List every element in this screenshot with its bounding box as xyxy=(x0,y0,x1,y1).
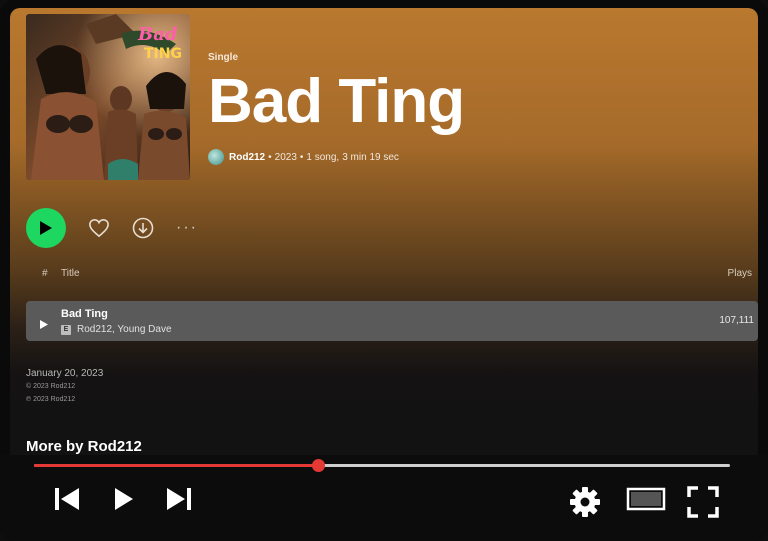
video-controls xyxy=(0,455,768,541)
theater-mode-button[interactable] xyxy=(626,485,666,513)
column-number: # xyxy=(42,268,48,279)
progress-scrubber[interactable] xyxy=(311,459,325,472)
video-frame: Bad TING Single Bad Ting Rod212 • 2023 •… xyxy=(0,0,768,541)
track-play-icon[interactable] xyxy=(40,316,48,334)
progress-fill xyxy=(34,464,318,467)
next-icon xyxy=(167,488,191,510)
previous-icon xyxy=(55,488,79,510)
next-button[interactable] xyxy=(164,485,194,513)
album-byline: Rod212 • 2023 • 1 song, 3 min 19 sec xyxy=(208,149,464,165)
album-title: Bad Ting xyxy=(208,67,465,136)
svg-text:Bad: Bad xyxy=(137,24,178,45)
spotify-album-page: Bad TING Single Bad Ting Rod212 • 2023 •… xyxy=(10,8,758,455)
separator-dot: • xyxy=(268,151,272,163)
play-icon xyxy=(115,488,133,510)
track-plays: 107,111 xyxy=(719,315,754,326)
album-meta: Single Bad Ting Rod212 • 2023 • 1 song, … xyxy=(208,52,465,165)
track-artist-names[interactable]: Rod212, Young Dave xyxy=(77,324,172,335)
artist-link[interactable]: Rod212 xyxy=(229,152,265,163)
more-by-heading[interactable]: More by Rod212 xyxy=(26,438,142,455)
release-date: January 20, 2023 xyxy=(26,368,104,379)
like-button[interactable] xyxy=(88,218,110,238)
progress-bar[interactable] xyxy=(34,459,730,472)
theater-mode-icon xyxy=(626,487,666,511)
release-year: 2023 xyxy=(274,151,297,163)
album-cover: Bad TING xyxy=(26,14,190,180)
track-row[interactable]: Bad Ting E Rod212, Young Dave 107,111 xyxy=(26,301,758,341)
heart-icon xyxy=(89,218,109,238)
more-options-button[interactable]: ··· xyxy=(176,219,198,237)
column-plays[interactable]: Plays xyxy=(728,268,752,279)
song-count: 1 song, xyxy=(306,151,340,163)
play-pause-button[interactable] xyxy=(112,485,136,513)
separator-dot: • xyxy=(299,151,304,163)
column-title[interactable]: Title xyxy=(61,268,80,279)
fullscreen-button[interactable] xyxy=(686,485,720,519)
play-button[interactable] xyxy=(26,208,66,248)
release-type-label: Single xyxy=(208,52,239,63)
phonogram-line: ℗ 2023 Rod212 xyxy=(26,396,76,403)
explicit-badge: E xyxy=(61,324,71,335)
action-bar: ··· xyxy=(26,208,198,248)
svg-text:TING: TING xyxy=(144,46,182,62)
settings-button[interactable] xyxy=(568,485,602,519)
album-duration: 3 min 19 sec xyxy=(342,151,399,163)
track-title[interactable]: Bad Ting xyxy=(61,308,108,320)
play-icon xyxy=(40,221,52,235)
settings-icon xyxy=(570,487,600,517)
copyright-line: © 2023 Rod212 xyxy=(26,383,76,390)
download-button[interactable] xyxy=(132,217,154,239)
track-artists: E Rod212, Young Dave xyxy=(61,324,172,335)
download-icon xyxy=(132,217,154,239)
fullscreen-icon xyxy=(687,486,719,518)
previous-button[interactable] xyxy=(52,485,82,513)
artist-avatar[interactable] xyxy=(208,149,224,165)
